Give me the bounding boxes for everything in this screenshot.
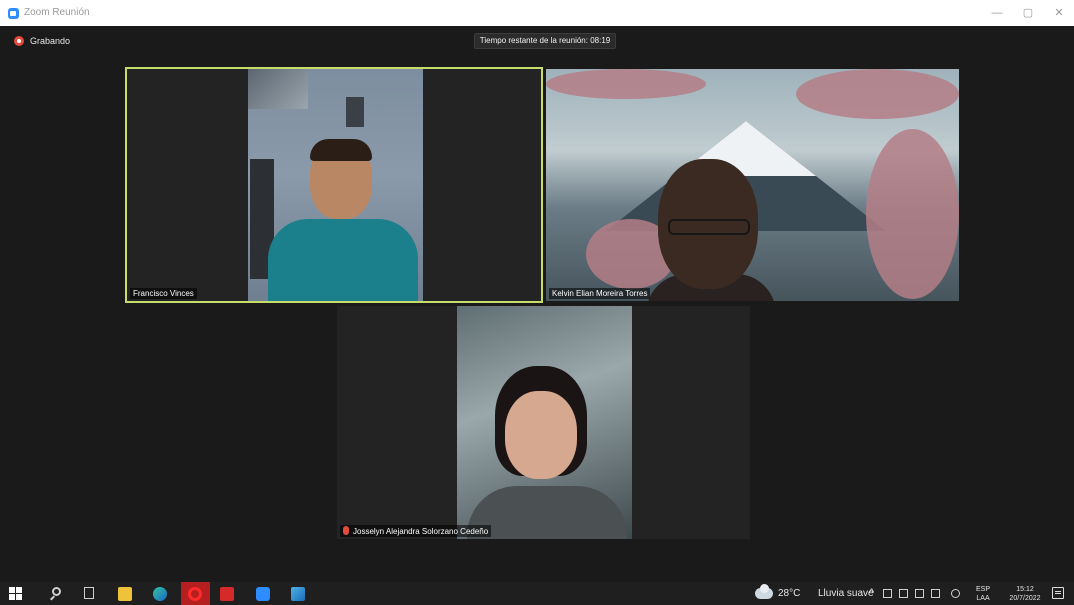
search-icon[interactable] — [52, 587, 61, 596]
system-tray-icons — [883, 589, 963, 599]
pen-icon[interactable] — [951, 589, 960, 598]
title-bar: Zoom Reunión — ▢ ✕ — [0, 0, 1074, 26]
participant-name: Kelvin Elian Moreira Torres — [549, 288, 651, 299]
participant-tile-3[interactable]: Josselyn Alejandra Solorzano Cedeño — [337, 306, 750, 539]
participant-name: Francisco Vinces — [130, 288, 197, 299]
background-blossom — [866, 129, 959, 299]
notification-center-icon[interactable] — [1052, 587, 1064, 599]
background-blossom — [796, 69, 959, 119]
person-face — [505, 391, 577, 479]
background-ceiling — [248, 69, 308, 109]
clock-time: 15:12 — [1016, 586, 1034, 593]
windows-taskbar: 28°C Lluvia suave ^ ESP LAA 15:12 20/7/2… — [0, 582, 1074, 605]
weather-rain-icon[interactable] — [755, 584, 773, 599]
participant-video — [457, 306, 632, 539]
participant-tile-2[interactable]: Kelvin Elian Moreira Torres — [546, 69, 959, 301]
network-icon[interactable] — [899, 589, 908, 598]
record-icon — [14, 36, 24, 46]
person-body — [268, 219, 418, 301]
background-poster — [346, 97, 364, 127]
maximize-button[interactable]: ▢ — [1017, 6, 1039, 20]
acrobat-icon[interactable] — [220, 587, 234, 601]
language-layout: LAA — [976, 595, 990, 602]
clock[interactable]: 15:12 20/7/2022 — [1003, 585, 1047, 603]
language-code: ESP — [976, 586, 991, 593]
weather-temperature[interactable]: 28°C — [778, 582, 800, 605]
clock-date: 20/7/2022 — [1009, 595, 1041, 602]
battery-icon[interactable] — [883, 589, 892, 598]
close-button[interactable]: ✕ — [1048, 6, 1070, 20]
window-title: Zoom Reunión — [24, 7, 90, 18]
zoom-app-icon — [8, 8, 19, 19]
volume-icon[interactable] — [931, 589, 940, 598]
participant-tile-1[interactable]: Francisco Vinces — [125, 67, 543, 303]
opera-icon[interactable] — [188, 587, 202, 601]
meeting-time-remaining: Tiempo restante de la reunión: 08:19 — [474, 33, 616, 49]
photos-icon[interactable] — [291, 587, 305, 601]
recording-label: Grabando — [30, 36, 71, 46]
muted-mic-icon — [343, 526, 349, 535]
background-blossom — [546, 69, 706, 99]
language-indicator[interactable]: ESP LAA — [976, 585, 990, 603]
task-view-icon[interactable] — [84, 587, 94, 599]
weather-description[interactable]: Lluvia suave — [818, 582, 874, 605]
minimize-button[interactable]: — — [986, 6, 1008, 20]
person-hair — [310, 139, 372, 161]
show-hidden-icons-chevron[interactable]: ^ — [869, 582, 874, 605]
edge-icon[interactable] — [153, 587, 167, 601]
windows-start-icon[interactable] — [9, 587, 23, 601]
participant-name-row: Josselyn Alejandra Solorzano Cedeño — [340, 525, 492, 537]
participant-video — [248, 69, 423, 301]
participant-name: Josselyn Alejandra Solorzano Cedeño — [353, 527, 489, 536]
display-icon[interactable] — [915, 589, 924, 598]
zoom-icon[interactable] — [256, 587, 270, 601]
person-glasses — [668, 219, 750, 235]
recording-indicator[interactable]: Grabando — [14, 35, 70, 47]
meeting-area: Grabando Tiempo restante de la reunión: … — [0, 26, 1074, 582]
file-explorer-icon[interactable] — [118, 587, 132, 601]
